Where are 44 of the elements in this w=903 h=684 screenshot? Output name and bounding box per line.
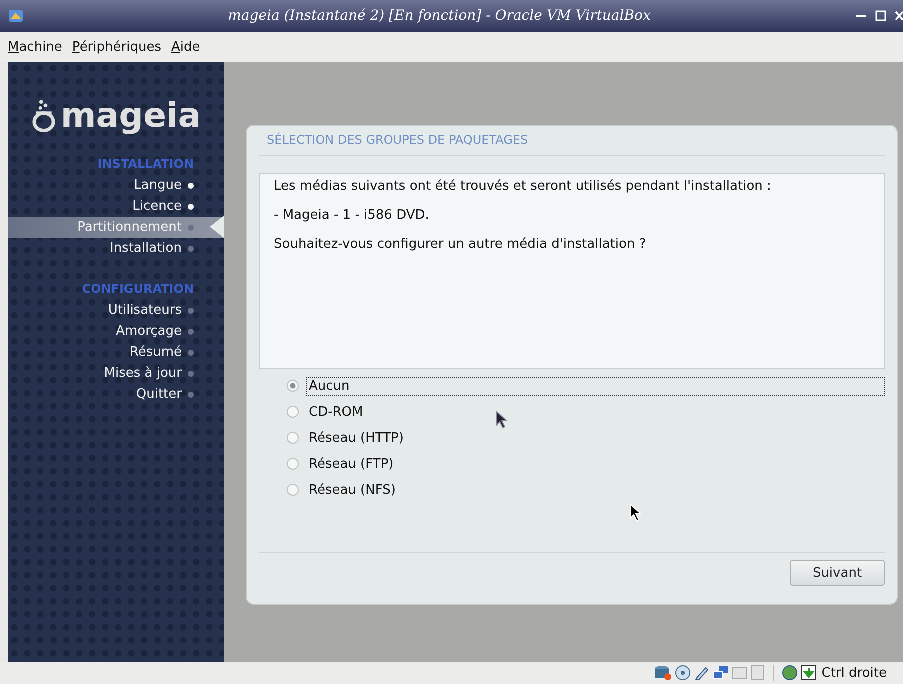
option-label[interactable]: CD-ROM: [306, 402, 885, 422]
disc-icon[interactable]: [674, 665, 691, 681]
menu-item[interactable]: Périphériques: [72, 40, 162, 54]
download-arrow-icon[interactable]: [800, 665, 817, 681]
close-icon[interactable]: [895, 10, 903, 22]
panel-title: SÉLECTION DES GROUPES DE PAQUETAGES: [259, 126, 885, 156]
step-item: Résumé: [8, 342, 224, 363]
step-item: Quitter: [8, 384, 224, 405]
app-icon: [8, 8, 24, 24]
message-text: - Mageia - 1 - i586 DVD.: [274, 208, 430, 223]
menu-item[interactable]: Machine: [8, 40, 62, 54]
pen-icon[interactable]: [694, 665, 710, 681]
mouse-pointer-icon: [496, 411, 508, 429]
radio-button[interactable]: [287, 484, 299, 496]
radio-button[interactable]: [287, 458, 299, 470]
pointer-icon: [210, 216, 224, 238]
message-text: Les médias suivants ont été trouvés et seront utilisés pendant l'installation :: [274, 179, 772, 194]
window-title: mageia (Instantané 2) [En fonction] - Oracle VM VirtualBox: [227, 8, 652, 24]
network-icon[interactable]: [712, 665, 729, 681]
logo-text: mageia: [60, 98, 202, 134]
host-key-label: Ctrl droite: [822, 666, 887, 680]
step-item: Licence: [8, 196, 224, 217]
option-label[interactable]: Réseau (FTP): [306, 454, 885, 474]
message-text: Souhaitez-vous configurer un autre média d'installation ?: [274, 237, 648, 252]
next-button[interactable]: Suivant: [790, 560, 885, 586]
option-label[interactable]: Réseau (HTTP): [306, 428, 885, 448]
step-item: Mises à jour: [8, 363, 224, 384]
radio-button[interactable]: [287, 406, 299, 418]
current-step: Partitionnement: [8, 217, 224, 238]
section-heading: INSTALLATION: [96, 156, 195, 173]
radio-button[interactable]: [287, 380, 299, 392]
step-item: Langue: [8, 175, 224, 196]
mouse-pointer-icon: [630, 504, 642, 522]
option-label[interactable]: Aucun: [306, 376, 885, 396]
step-item: Amorçage: [8, 321, 224, 342]
radio-button[interactable]: [287, 432, 299, 444]
cauldron-logo-icon: [30, 98, 57, 134]
step-item: Installation: [8, 238, 224, 259]
maximize-icon[interactable]: [875, 10, 887, 22]
menu-item[interactable]: Aide: [171, 40, 200, 54]
step-item: Utilisateurs: [8, 300, 224, 321]
hard-disk-icon[interactable]: [654, 665, 672, 681]
option-label[interactable]: Réseau (NFS): [306, 480, 885, 500]
section-heading: CONFIGURATION: [81, 281, 195, 298]
